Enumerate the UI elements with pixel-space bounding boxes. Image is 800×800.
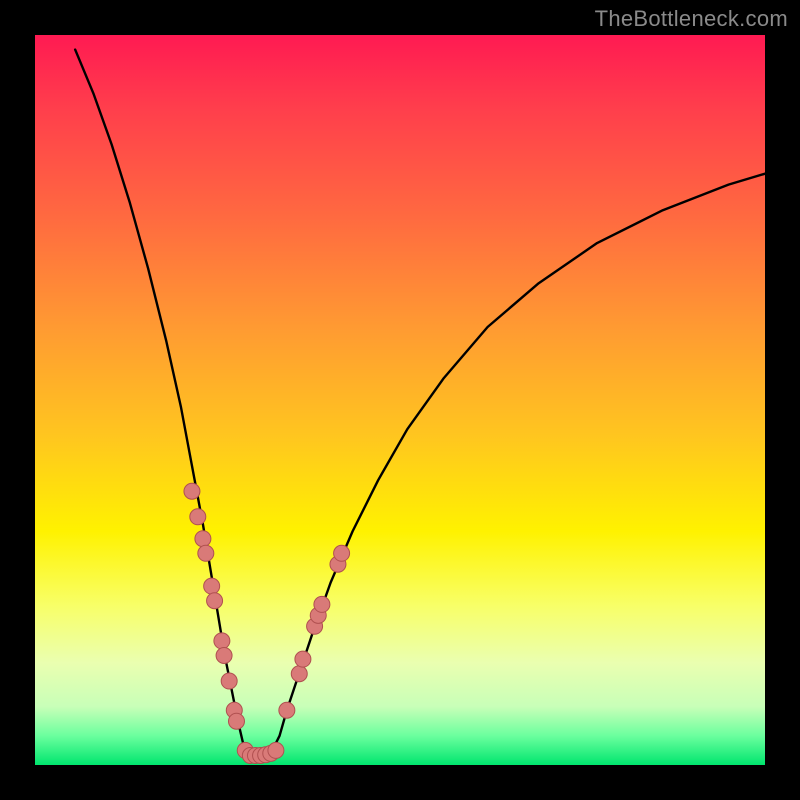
data-dot bbox=[314, 596, 330, 612]
watermark-text: TheBottleneck.com bbox=[595, 6, 788, 32]
chart-plot-area bbox=[35, 35, 765, 765]
data-dot bbox=[190, 509, 206, 525]
data-dots-group bbox=[184, 483, 350, 763]
data-dot bbox=[198, 545, 214, 561]
data-dot bbox=[204, 578, 220, 594]
data-dot bbox=[216, 648, 232, 664]
data-dot bbox=[195, 531, 211, 547]
chart-svg bbox=[35, 35, 765, 765]
data-dot bbox=[228, 713, 244, 729]
data-dot bbox=[207, 593, 223, 609]
data-dot bbox=[268, 742, 284, 758]
data-dot bbox=[279, 702, 295, 718]
data-dot bbox=[291, 666, 307, 682]
chart-frame: TheBottleneck.com bbox=[0, 0, 800, 800]
data-dot bbox=[184, 483, 200, 499]
data-dot bbox=[214, 633, 230, 649]
data-dot bbox=[295, 651, 311, 667]
data-dot bbox=[221, 673, 237, 689]
bottleneck-curve bbox=[75, 50, 765, 757]
data-dot bbox=[334, 545, 350, 561]
